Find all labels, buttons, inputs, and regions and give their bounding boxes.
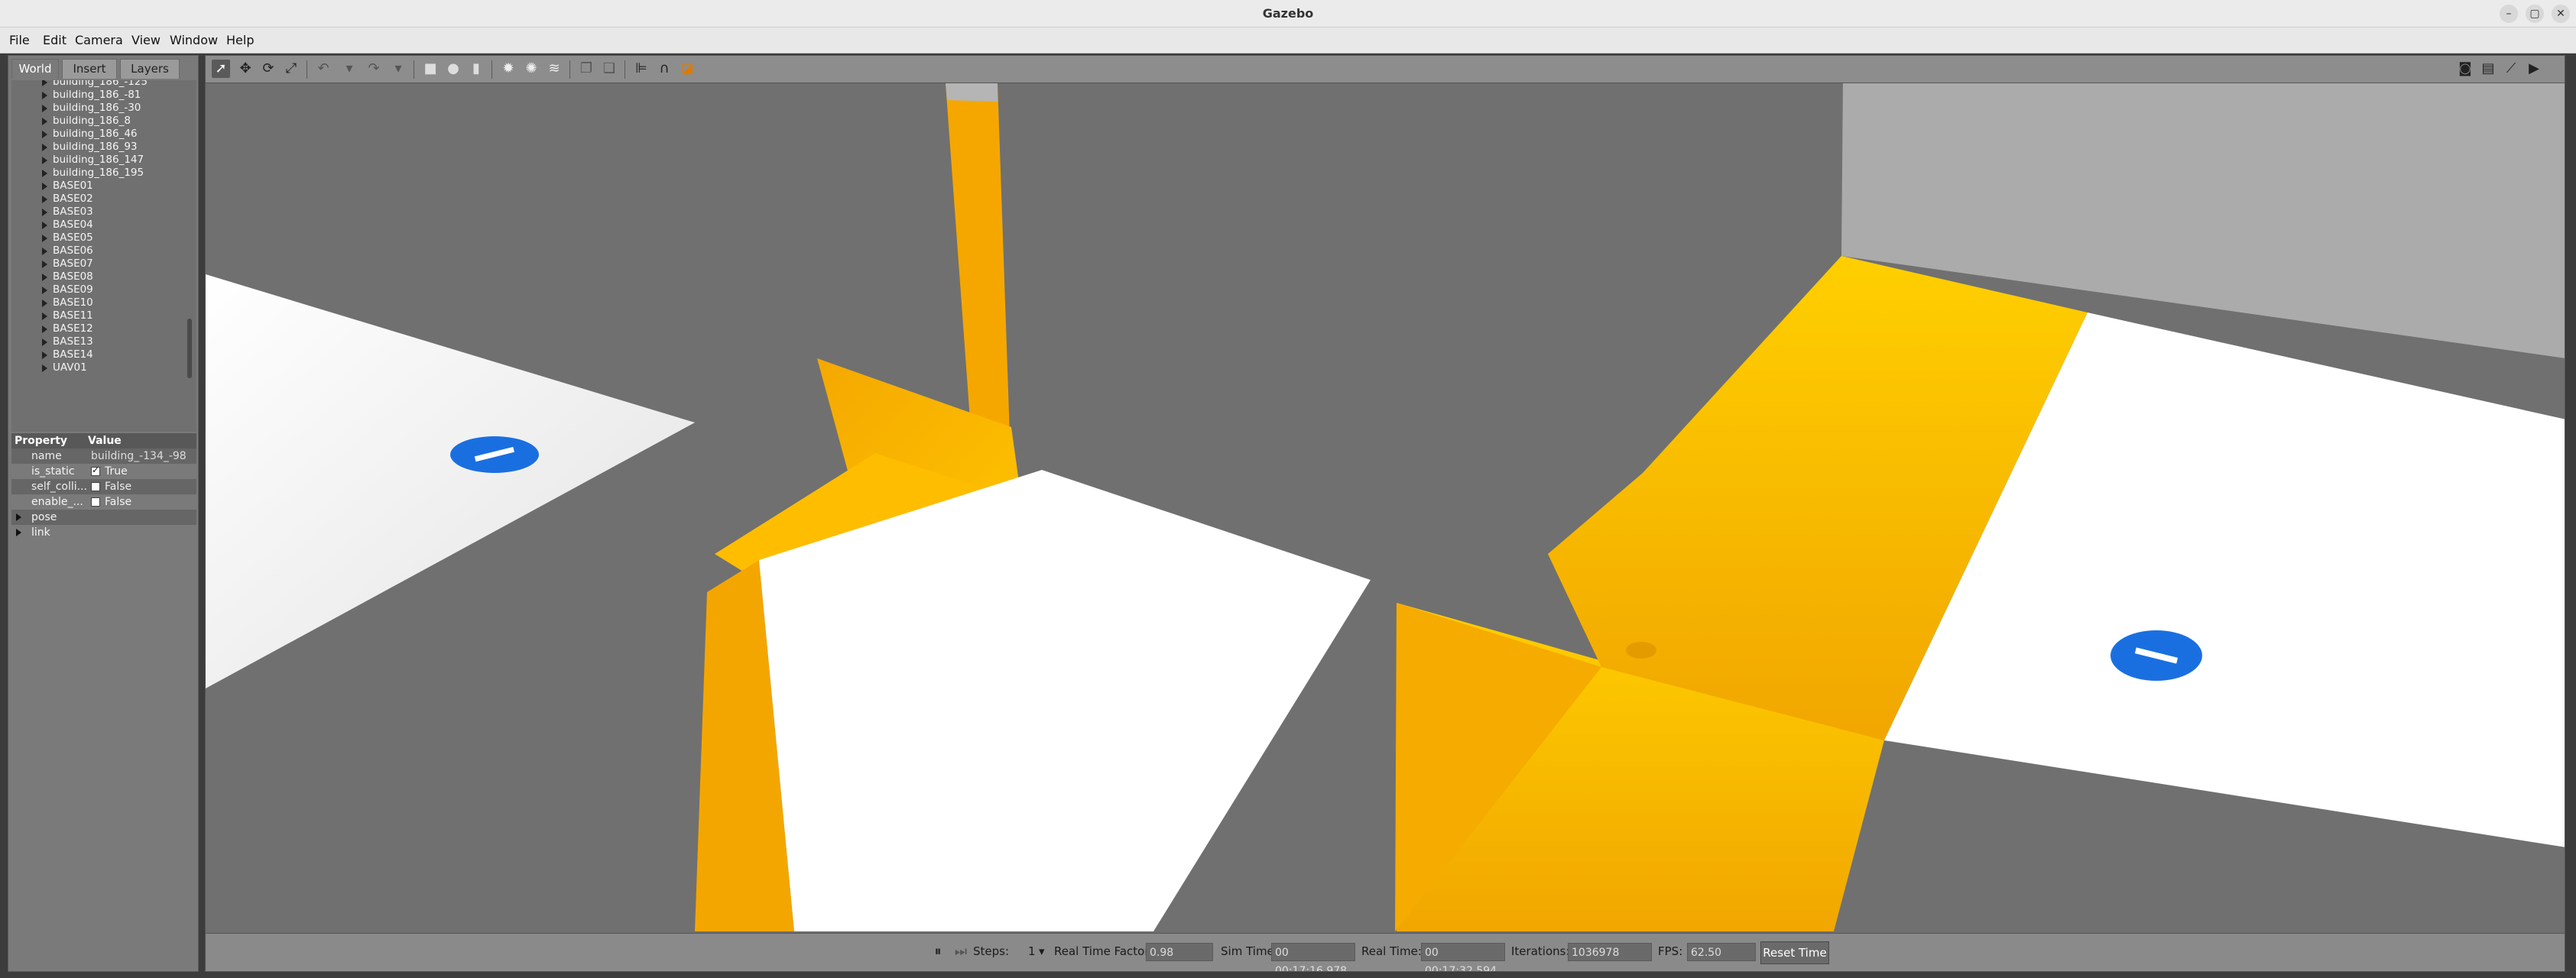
cylinder-shape-icon[interactable]: ▮ bbox=[467, 60, 485, 78]
expand-arrow-icon[interactable] bbox=[42, 105, 47, 112]
expand-arrow-icon[interactable] bbox=[42, 351, 47, 359]
menu-view[interactable]: View bbox=[131, 28, 161, 53]
rotate-mode-icon[interactable]: ⟳ bbox=[259, 60, 277, 78]
enable-wind-checkbox[interactable] bbox=[91, 497, 100, 507]
scene-viewport[interactable]: ➚ ✥ ⟳ ⤢ ↶ ▾ ↷ ▾ ■ ● ▮ ✹ ✺ ≋ ❐ ❏ ⊫ ∩ ◪ ◙ … bbox=[205, 55, 2565, 972]
status-bar: ⏸ ⏭ Steps: 1 ▾ Real Time Factor: 0.98 Si… bbox=[206, 933, 2565, 971]
menu-help[interactable]: Help bbox=[226, 28, 254, 53]
select-mode-icon[interactable]: ➚ bbox=[212, 60, 230, 78]
viewport-toolbar: ➚ ✥ ⟳ ⤢ ↶ ▾ ↷ ▾ ■ ● ▮ ✹ ✺ ≋ ❐ ❏ ⊫ ∩ ◪ ◙ … bbox=[206, 56, 2565, 83]
real-time-factor-value: 0.98 bbox=[1146, 943, 1213, 961]
title-bar: Gazebo – ▢ ✕ bbox=[0, 0, 2576, 28]
directional-light-icon[interactable]: ≋ bbox=[545, 60, 563, 78]
property-table: Property Value name building_-134_-98 is… bbox=[11, 433, 196, 548]
menu-window[interactable]: Window bbox=[170, 28, 218, 53]
tab-insert[interactable]: Insert bbox=[62, 59, 117, 79]
redo-icon[interactable]: ↷ bbox=[365, 60, 383, 78]
property-row-name[interactable]: name building_-134_-98 bbox=[11, 449, 196, 464]
expand-arrow-icon[interactable] bbox=[42, 183, 47, 190]
copy-icon[interactable]: ❐ bbox=[577, 60, 595, 78]
expand-arrow-icon[interactable] bbox=[42, 274, 47, 281]
expand-arrow-icon[interactable] bbox=[42, 235, 47, 242]
align-icon[interactable]: ⊫ bbox=[632, 60, 650, 78]
expand-arrow-icon[interactable] bbox=[42, 313, 47, 320]
change-view-icon[interactable]: ◪ bbox=[678, 60, 696, 78]
model-tree: building_186_-125 building_186_-81 build… bbox=[11, 80, 196, 432]
expand-arrow-icon[interactable] bbox=[42, 92, 47, 99]
pause-icon[interactable]: ⏸ bbox=[929, 943, 947, 961]
expand-arrow-icon[interactable] bbox=[16, 529, 21, 536]
is-static-checkbox[interactable] bbox=[91, 465, 100, 476]
spot-light-icon[interactable]: ✺ bbox=[522, 60, 540, 78]
expand-arrow-icon[interactable] bbox=[16, 513, 21, 521]
reset-time-button[interactable]: Reset Time bbox=[1760, 941, 1829, 964]
real-time-value: 00 00:17:32.594 bbox=[1421, 943, 1505, 971]
expand-arrow-icon[interactable] bbox=[42, 287, 47, 294]
undo-icon[interactable]: ↶ bbox=[314, 60, 333, 78]
video-record-icon[interactable]: ▶ bbox=[2525, 60, 2543, 78]
expand-arrow-icon[interactable] bbox=[42, 325, 47, 333]
expand-arrow-icon[interactable] bbox=[42, 131, 47, 138]
steps-stepper[interactable]: 1 bbox=[1028, 944, 1036, 958]
translate-mode-icon[interactable]: ✥ bbox=[236, 60, 255, 78]
sim-time-value: 00 00:17:16.978 bbox=[1271, 943, 1355, 971]
expand-arrow-icon[interactable] bbox=[42, 144, 47, 151]
toolbar-separator bbox=[569, 60, 570, 79]
menu-bar: File Edit Camera View Window Help bbox=[0, 28, 2576, 53]
close-button[interactable]: ✕ bbox=[2552, 5, 2570, 23]
expand-arrow-icon[interactable] bbox=[42, 209, 47, 216]
fps-value: 62.50 bbox=[1687, 943, 1756, 961]
menu-file[interactable]: File bbox=[9, 28, 30, 53]
maximize-button[interactable]: ▢ bbox=[2526, 5, 2544, 23]
expand-arrow-icon[interactable] bbox=[42, 338, 47, 346]
box-shape-icon[interactable]: ■ bbox=[421, 60, 440, 78]
log-icon[interactable]: ▤ bbox=[2479, 60, 2497, 78]
scale-mode-icon[interactable]: ⤢ bbox=[282, 60, 300, 78]
expand-arrow-icon[interactable] bbox=[42, 196, 47, 203]
dropdown-arrow-icon[interactable]: ▾ bbox=[389, 60, 407, 78]
step-icon[interactable]: ⏭ bbox=[952, 943, 970, 961]
property-group-pose[interactable]: pose bbox=[11, 510, 196, 525]
tab-layers[interactable]: Layers bbox=[120, 59, 180, 79]
expand-arrow-icon[interactable] bbox=[42, 222, 47, 229]
expand-arrow-icon[interactable] bbox=[42, 170, 47, 177]
expand-arrow-icon[interactable] bbox=[42, 261, 47, 268]
property-header: Property Value bbox=[11, 433, 196, 449]
snap-icon[interactable]: ∩ bbox=[655, 60, 673, 78]
expand-arrow-icon[interactable] bbox=[42, 248, 47, 255]
expand-arrow-icon[interactable] bbox=[42, 118, 47, 125]
tab-world[interactable]: World bbox=[11, 59, 59, 79]
property-group-link[interactable]: link bbox=[11, 525, 196, 540]
roof-vent bbox=[1626, 642, 1656, 659]
window-title: Gazebo bbox=[1262, 6, 1314, 21]
wall-top bbox=[946, 83, 998, 102]
expand-arrow-icon[interactable] bbox=[42, 300, 47, 307]
point-light-icon[interactable]: ✹ bbox=[499, 60, 517, 78]
property-row-self-collide[interactable]: self_colli... False bbox=[11, 479, 196, 494]
expand-arrow-icon[interactable] bbox=[42, 80, 47, 86]
dropdown-arrow-icon[interactable]: ▾ bbox=[1039, 944, 1045, 958]
property-row-is-static[interactable]: is_static True bbox=[11, 464, 196, 479]
dropdown-arrow-icon[interactable]: ▾ bbox=[340, 60, 358, 78]
property-row-enable-wind[interactable]: enable_... False bbox=[11, 494, 196, 510]
expand-arrow-icon[interactable] bbox=[42, 364, 47, 372]
expand-arrow-icon[interactable] bbox=[42, 157, 47, 164]
left-panel: World Insert Layers building_186_-125 bu… bbox=[8, 55, 199, 972]
3d-scene[interactable] bbox=[206, 83, 2565, 931]
menu-camera[interactable]: Camera bbox=[75, 28, 123, 53]
plot-icon[interactable]: ⟋ bbox=[2502, 60, 2520, 78]
iterations-value: 1036978 bbox=[1568, 943, 1652, 961]
minimize-button[interactable]: – bbox=[2500, 5, 2518, 23]
paste-icon[interactable]: ❏ bbox=[600, 60, 618, 78]
sphere-shape-icon[interactable]: ● bbox=[444, 60, 462, 78]
menu-edit[interactable]: Edit bbox=[43, 28, 67, 53]
self-collide-checkbox[interactable] bbox=[91, 482, 100, 491]
tree-scrollbar[interactable] bbox=[187, 319, 192, 378]
screenshot-icon[interactable]: ◙ bbox=[2456, 60, 2474, 78]
